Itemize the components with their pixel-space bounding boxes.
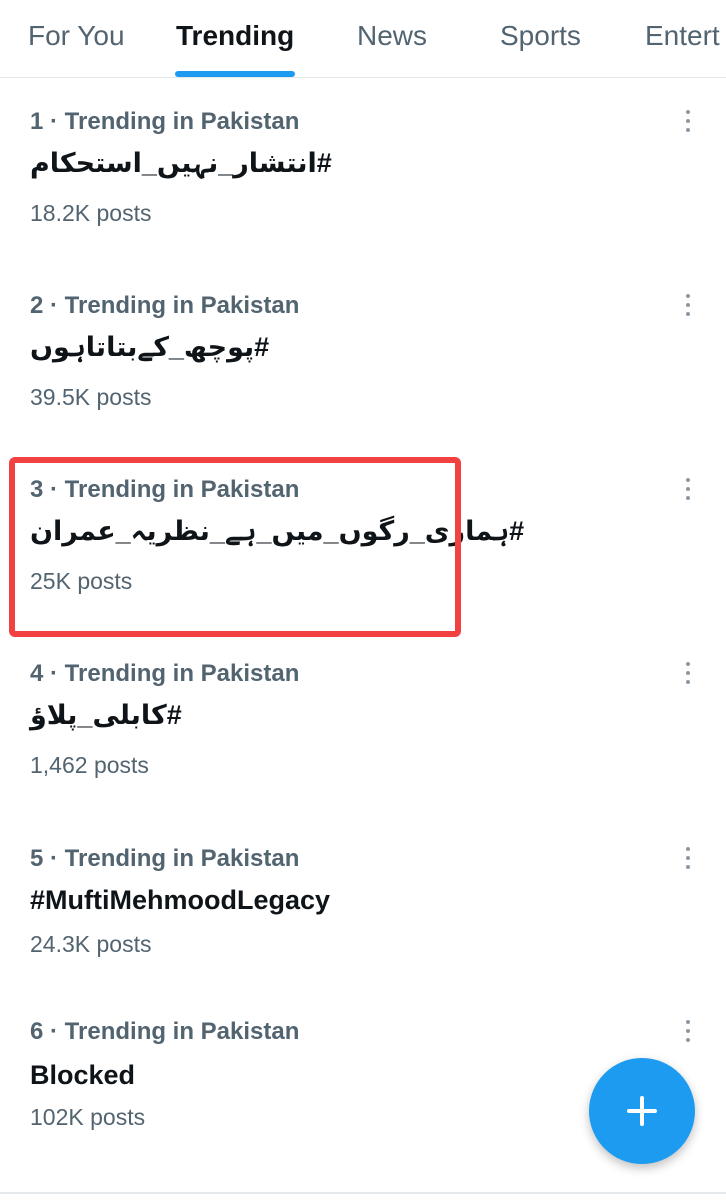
more-vertical-icon[interactable] xyxy=(680,845,696,871)
trend-post-count: 102K posts xyxy=(30,1104,146,1130)
tab-news[interactable]: News xyxy=(357,18,427,58)
trend-post-count: 1,462 posts xyxy=(30,752,149,778)
trend-meta: 1 · Trending in Pakistan xyxy=(30,108,300,135)
trend-meta: 6 · Trending in Pakistan xyxy=(30,1018,300,1045)
more-vertical-icon[interactable] xyxy=(680,476,696,502)
trend-name: #انتشار_نہیں_استحکام xyxy=(30,148,332,178)
trend-post-count: 39.5K posts xyxy=(30,384,152,410)
trend-item-2[interactable]: 2 · Trending in Pakistan #پوچھ_کےبتاتاہو… xyxy=(0,292,726,442)
tab-trending[interactable]: Trending xyxy=(176,18,294,58)
more-vertical-icon[interactable] xyxy=(680,292,696,318)
divider xyxy=(0,1192,726,1194)
highlight-box xyxy=(9,457,461,637)
more-vertical-icon[interactable] xyxy=(680,108,696,134)
trend-item-5[interactable]: 5 · Trending in Pakistan #MuftiMehmoodLe… xyxy=(0,845,726,985)
trend-name: #MuftiMehmoodLegacy xyxy=(30,885,331,915)
trend-meta: 4 · Trending in Pakistan xyxy=(30,660,300,687)
trend-name: Blocked xyxy=(30,1060,136,1090)
trend-meta: 2 · Trending in Pakistan xyxy=(30,292,300,319)
trend-post-count: 18.2K posts xyxy=(30,200,152,226)
tab-entertainment[interactable]: Entert xyxy=(645,18,720,58)
plus-icon-stroke xyxy=(640,1096,644,1126)
trend-name: #کابلی_پلاؤ xyxy=(30,700,182,730)
trend-post-count: 24.3K posts xyxy=(30,931,152,957)
trend-item-1[interactable]: 1 · Trending in Pakistan #انتشار_نہیں_اس… xyxy=(0,108,726,258)
tab-for-you[interactable]: For You xyxy=(28,18,125,58)
trend-name: #پوچھ_کےبتاتاہوں xyxy=(30,332,270,362)
more-vertical-icon[interactable] xyxy=(680,660,696,686)
tab-bar: For You Trending News Sports Entert xyxy=(0,0,726,78)
active-tab-indicator xyxy=(175,71,295,77)
more-vertical-icon[interactable] xyxy=(680,1018,696,1044)
trend-item-4[interactable]: 4 · Trending in Pakistan #کابلی_پلاؤ 1,4… xyxy=(0,660,726,810)
trend-meta: 5 · Trending in Pakistan xyxy=(30,845,300,872)
compose-button[interactable] xyxy=(589,1058,695,1164)
tab-sports[interactable]: Sports xyxy=(500,18,581,58)
